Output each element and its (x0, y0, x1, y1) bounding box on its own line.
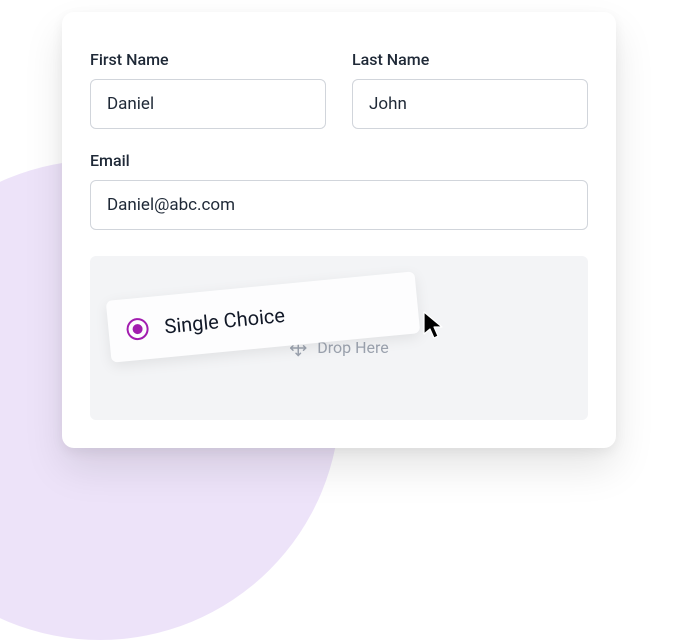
first-name-field: First Name (90, 50, 326, 129)
email-input[interactable] (90, 180, 588, 230)
last-name-label: Last Name (352, 50, 588, 69)
email-label: Email (90, 151, 588, 170)
drop-zone[interactable]: Drop Here Single Choice (90, 256, 588, 420)
first-name-input[interactable] (90, 79, 326, 129)
last-name-field: Last Name (352, 50, 588, 129)
radio-icon (126, 317, 150, 341)
single-choice-label: Single Choice (163, 303, 286, 338)
email-field: Email (90, 151, 588, 230)
form-builder-card: First Name Last Name Email Drop Here Si (62, 12, 616, 448)
name-row: First Name Last Name (90, 50, 588, 129)
first-name-label: First Name (90, 50, 326, 69)
cursor-icon (422, 310, 448, 340)
last-name-input[interactable] (352, 79, 588, 129)
